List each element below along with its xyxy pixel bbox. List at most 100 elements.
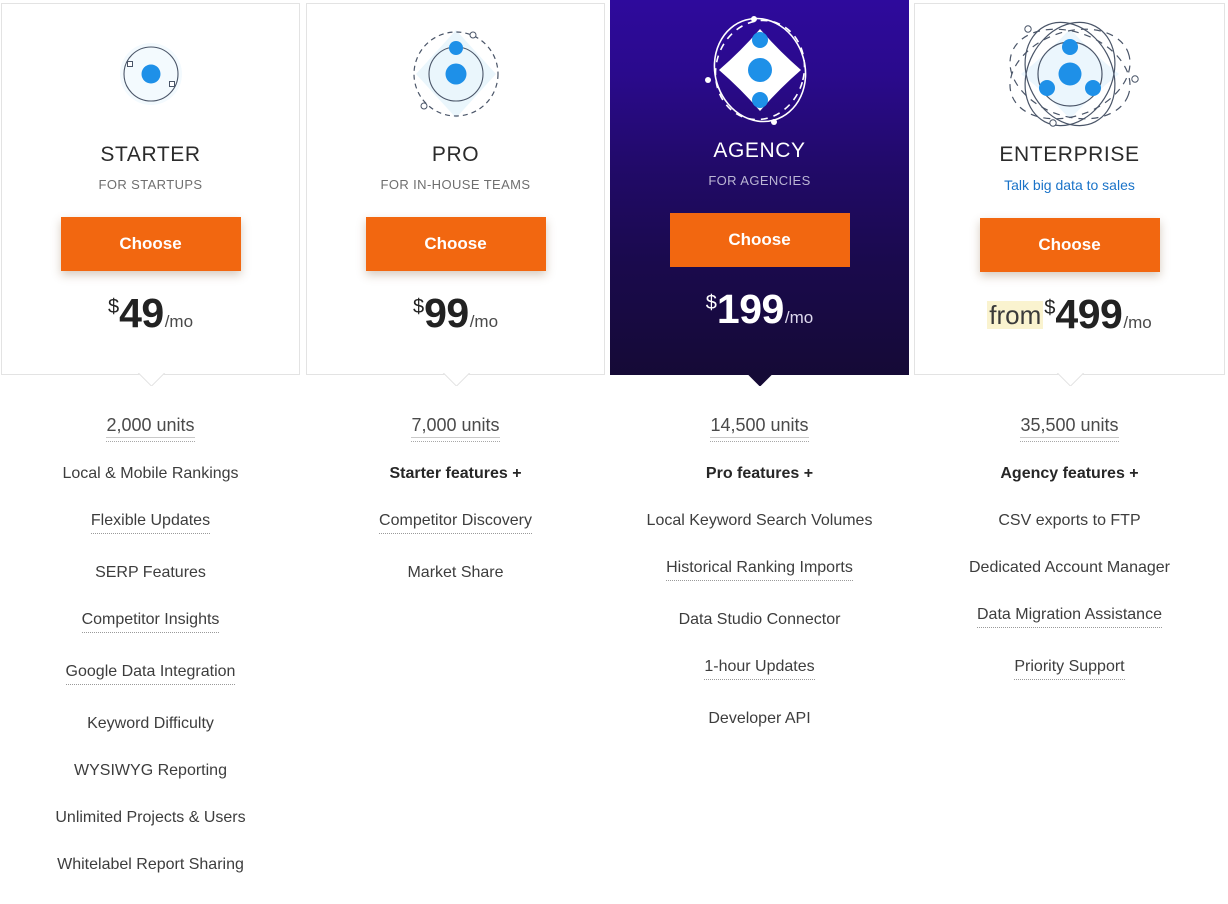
choose-button-agency[interactable]: Choose bbox=[669, 213, 850, 267]
price-currency: $ bbox=[705, 292, 717, 314]
price-period: /mo bbox=[469, 312, 499, 331]
plan-name: AGENCY bbox=[713, 139, 806, 162]
choose-button-wrap: Choose bbox=[610, 213, 909, 267]
feature-label: Local Keyword Search Volumes bbox=[646, 512, 873, 529]
feature-label: Data Studio Connector bbox=[678, 611, 841, 628]
feature-item: Unlimited Projects & Users bbox=[1, 810, 300, 826]
feature-item[interactable]: 1-hour Updates bbox=[610, 659, 909, 680]
feature-item[interactable]: Historical Ranking Imports bbox=[610, 560, 909, 581]
plan-column-agency: AGENCY FOR AGENCIES Choose $ 199 /mo 14,… bbox=[610, 0, 909, 758]
price-row: $ 199 /mo bbox=[610, 289, 909, 330]
card-notch-icon bbox=[1049, 373, 1090, 386]
card-notch-icon bbox=[435, 373, 476, 386]
plan-card-enterprise: ENTERPRISE Talk big data to sales Choose… bbox=[914, 3, 1225, 386]
price-row: from $ 499 /mo bbox=[915, 294, 1224, 335]
choose-button-wrap: Choose bbox=[915, 218, 1224, 272]
price-currency: $ bbox=[412, 296, 425, 318]
feature-item[interactable]: Google Data Integration bbox=[1, 664, 300, 685]
plan-column-pro: PRO FOR IN-HOUSE TEAMS Choose $ 99 /mo 7… bbox=[306, 0, 605, 612]
plan-card-agency: AGENCY FOR AGENCIES Choose $ 199 /mo bbox=[610, 0, 909, 386]
plan-column-enterprise: ENTERPRISE Talk big data to sales Choose… bbox=[914, 0, 1225, 711]
feature-label: WYSIWYG Reporting bbox=[74, 762, 227, 779]
feature-label: CSV exports to FTP bbox=[998, 512, 1141, 529]
atom-icon-3-electrons-dark bbox=[704, 16, 806, 125]
feature-label: Dedicated Account Manager bbox=[968, 559, 1170, 576]
choose-button-pro[interactable]: Choose bbox=[365, 217, 546, 271]
feature-label: Data Migration Assistance bbox=[977, 607, 1162, 628]
atom-icon-2-electrons bbox=[412, 30, 499, 118]
price-period: /mo bbox=[164, 312, 194, 331]
choose-button-enterprise[interactable]: Choose bbox=[979, 218, 1160, 272]
plan-column-starter: STARTER FOR STARTUPS Choose $ 49 /mo 2,0… bbox=[1, 0, 300, 904]
feature-item[interactable]: Competitor Discovery bbox=[306, 513, 605, 534]
feature-item: Agency features + bbox=[914, 466, 1225, 482]
feature-label: Market Share bbox=[407, 564, 504, 581]
feature-list-enterprise: 35,500 units Agency features + CSV expor… bbox=[914, 397, 1225, 680]
units-badge[interactable]: 7,000 units bbox=[306, 397, 605, 442]
price-prefix: from bbox=[987, 299, 1044, 330]
units-badge[interactable]: 14,500 units bbox=[610, 397, 909, 442]
feature-label: 1-hour Updates bbox=[704, 659, 815, 680]
plan-tagline: FOR AGENCIES bbox=[708, 173, 811, 188]
feature-label: Pro features + bbox=[705, 465, 814, 482]
pricing-table: STARTER FOR STARTUPS Choose $ 49 /mo 2,0… bbox=[0, 0, 1228, 904]
units-label: 35,500 units bbox=[1020, 416, 1119, 442]
feature-label: Keyword Difficulty bbox=[87, 715, 214, 732]
price-period: /mo bbox=[1123, 313, 1152, 332]
price-amount: 499 bbox=[1055, 291, 1123, 337]
feature-label: Google Data Integration bbox=[65, 664, 236, 685]
feature-label: Starter features + bbox=[389, 465, 522, 482]
plan-icon-pro bbox=[307, 4, 604, 144]
plan-icon-enterprise bbox=[915, 4, 1224, 144]
feature-list-agency: 14,500 units Pro features + Local Keywor… bbox=[610, 397, 909, 727]
feature-item: Local & Mobile Rankings bbox=[1, 466, 300, 482]
feature-item: SERP Features bbox=[1, 565, 300, 581]
feature-label: Flexible Updates bbox=[90, 513, 211, 534]
units-label: 2,000 units bbox=[106, 416, 195, 442]
feature-item[interactable]: Competitor Insights bbox=[1, 612, 300, 633]
feature-item: Starter features + bbox=[306, 466, 605, 482]
feature-item: WYSIWYG Reporting bbox=[1, 763, 300, 779]
feature-label: Unlimited Projects & Users bbox=[55, 809, 246, 826]
card-notch-icon bbox=[739, 374, 780, 386]
plan-name: ENTERPRISE bbox=[999, 143, 1140, 166]
choose-button-wrap: Choose bbox=[307, 217, 604, 271]
feature-label: Competitor Discovery bbox=[379, 513, 532, 534]
feature-label: Competitor Insights bbox=[81, 612, 220, 633]
price-amount: 49 bbox=[119, 290, 164, 336]
choose-button-wrap: Choose bbox=[2, 217, 299, 271]
price-amount: 99 bbox=[424, 290, 469, 336]
feature-item: Developer API bbox=[610, 711, 909, 727]
feature-label: Developer API bbox=[708, 710, 811, 727]
feature-list-starter: 2,000 units Local & Mobile Rankings Flex… bbox=[1, 397, 300, 873]
feature-item: Market Share bbox=[306, 565, 605, 581]
price-currency: $ bbox=[107, 296, 120, 318]
price-currency: $ bbox=[1044, 297, 1056, 319]
atom-icon-1-electron bbox=[119, 43, 182, 105]
feature-item: Dedicated Account Manager bbox=[914, 560, 1225, 576]
choose-button-starter[interactable]: Choose bbox=[60, 217, 241, 271]
feature-item[interactable]: Priority Support bbox=[914, 659, 1225, 680]
plan-tagline: FOR STARTUPS bbox=[98, 177, 203, 192]
plan-tagline[interactable]: Talk big data to sales bbox=[915, 178, 1224, 192]
units-badge[interactable]: 35,500 units bbox=[914, 397, 1225, 442]
feature-item: Local Keyword Search Volumes bbox=[610, 513, 909, 529]
plan-card-starter: STARTER FOR STARTUPS Choose $ 49 /mo bbox=[1, 3, 300, 386]
feature-item: Keyword Difficulty bbox=[1, 716, 300, 732]
plan-name: STARTER bbox=[100, 143, 201, 166]
card-notch-icon bbox=[130, 373, 171, 386]
price-period: /mo bbox=[784, 308, 814, 327]
units-badge[interactable]: 2,000 units bbox=[1, 397, 300, 442]
feature-list-pro: 7,000 units Starter features + Competito… bbox=[306, 397, 605, 581]
plan-name: PRO bbox=[431, 143, 480, 166]
feature-item[interactable]: Data Migration Assistance bbox=[914, 607, 1225, 628]
feature-label: Local & Mobile Rankings bbox=[62, 465, 239, 482]
feature-item: CSV exports to FTP bbox=[914, 513, 1225, 529]
price-row: $ 99 /mo bbox=[307, 293, 604, 334]
plan-card-pro: PRO FOR IN-HOUSE TEAMS Choose $ 99 /mo bbox=[306, 3, 605, 386]
units-label: 14,500 units bbox=[710, 416, 809, 442]
feature-item: Data Studio Connector bbox=[610, 612, 909, 628]
plan-icon-agency bbox=[610, 0, 909, 140]
plan-icon-starter bbox=[2, 4, 299, 144]
feature-item[interactable]: Flexible Updates bbox=[1, 513, 300, 534]
